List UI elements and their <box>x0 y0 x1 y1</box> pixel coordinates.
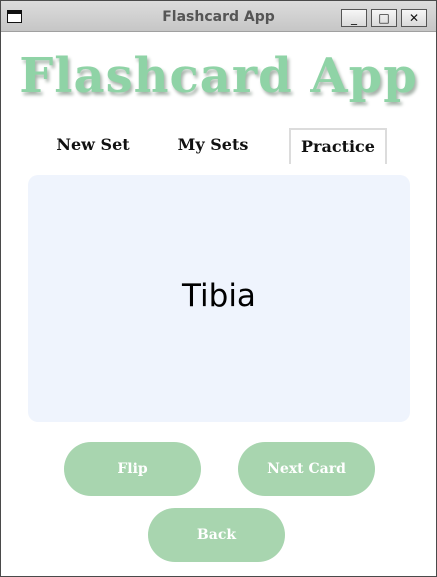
flip-button[interactable]: Flip <box>64 442 201 496</box>
app-heading: Flashcard App <box>19 48 418 104</box>
close-button[interactable]: ✕ <box>401 9 427 27</box>
tab-practice[interactable]: Practice <box>289 128 387 164</box>
flashcard: Tibia <box>28 175 410 422</box>
next-card-button[interactable]: Next Card <box>238 442 375 496</box>
title-bar[interactable]: Flashcard App _ □ ✕ <box>1 1 436 32</box>
flashcard-term: Tibia <box>182 278 256 314</box>
minimize-button[interactable]: _ <box>341 9 367 27</box>
tab-my-sets[interactable]: My Sets <box>173 128 253 164</box>
maximize-button[interactable]: □ <box>371 9 397 27</box>
app-content: Flashcard App New Set My Sets Practice T… <box>7 32 430 570</box>
tab-new-set[interactable]: New Set <box>53 128 133 164</box>
app-window: Flashcard App _ □ ✕ Flashcard App New Se… <box>0 0 437 577</box>
back-button[interactable]: Back <box>148 508 285 562</box>
